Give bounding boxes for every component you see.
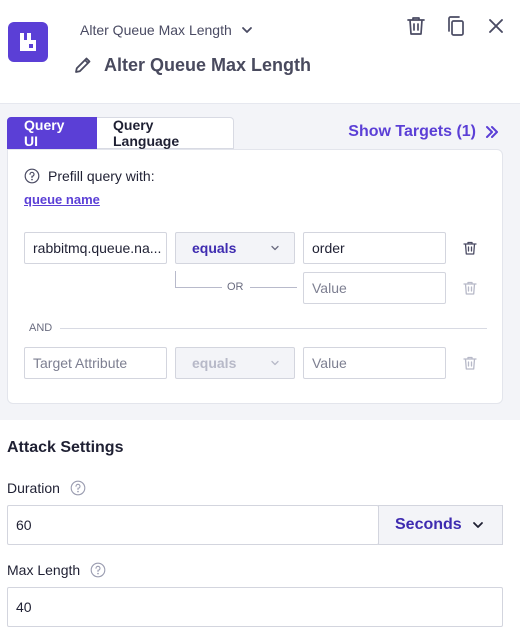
or-label: OR	[227, 281, 244, 293]
attribute-input[interactable]: rabbitmq.queue.na...	[24, 232, 167, 264]
attack-settings-heading: Attack Settings	[7, 439, 124, 456]
tab-query-ui[interactable]: Query UI	[7, 117, 97, 149]
help-icon[interactable]	[24, 168, 40, 184]
chevron-down-icon	[271, 360, 279, 366]
tab-query-language[interactable]: Query Language	[97, 117, 234, 149]
show-targets-label: Show Targets (1)	[348, 123, 476, 140]
operator-value: equals	[192, 240, 237, 256]
double-chevron-right-icon	[486, 126, 498, 138]
help-icon[interactable]	[90, 562, 106, 578]
operator-select-disabled: equals	[175, 347, 295, 379]
value-input[interactable]: order	[303, 232, 446, 264]
operator-select[interactable]: equals	[175, 232, 295, 264]
header-actions	[404, 14, 508, 38]
close-icon	[489, 19, 503, 33]
breadcrumb-label: Alter Queue Max Length	[80, 22, 232, 38]
chevron-down-icon	[241, 27, 252, 33]
attack-type-selector[interactable]: Alter Queue Max Length	[80, 22, 254, 38]
query-tabs: Query UI Query Language	[7, 117, 234, 149]
duration-input[interactable]: 60	[7, 505, 379, 545]
max-length-input[interactable]: 40	[7, 587, 503, 627]
delete-button[interactable]	[404, 14, 428, 38]
rabbitmq-logo-icon	[8, 22, 48, 62]
copy-icon	[448, 16, 464, 36]
pencil-icon[interactable]	[72, 54, 94, 76]
trash-icon	[407, 17, 425, 35]
trash-icon	[463, 281, 477, 295]
duration-unit-value: Seconds	[395, 516, 462, 533]
duration-unit-select[interactable]: Seconds	[378, 505, 503, 545]
title-row: Alter Queue Max Length	[72, 54, 311, 76]
query-section: Query UI Query Language Show Targets (1)…	[0, 104, 520, 420]
or-value-input[interactable]: Value	[303, 272, 446, 304]
or-connector-line	[175, 287, 222, 288]
or-connector-line	[250, 287, 297, 288]
duplicate-button[interactable]	[444, 14, 468, 38]
page-title: Alter Queue Max Length	[104, 54, 312, 75]
max-length-label: Max Length	[7, 562, 81, 578]
trash-icon	[463, 241, 477, 255]
or-connector-line	[175, 271, 176, 287]
prefill-row: Prefill query with:	[24, 168, 155, 184]
max-length-label-row: Max Length	[7, 562, 106, 578]
delete-row-button[interactable]	[460, 238, 480, 258]
delete-row-button[interactable]	[460, 353, 480, 373]
query-card: Prefill query with: queue name rabbitmq.…	[7, 149, 503, 404]
and-divider	[60, 328, 487, 329]
duration-label-row: Duration	[7, 480, 86, 496]
help-icon[interactable]	[70, 480, 86, 496]
attack-header: Alter Queue Max Length Alter Queue Max L…	[0, 0, 520, 104]
duration-label: Duration	[7, 480, 60, 496]
chevron-down-icon	[271, 245, 279, 251]
and-label: AND	[29, 322, 53, 334]
target-attribute-input[interactable]: Target Attribute	[24, 347, 167, 379]
operator-value: equals	[192, 355, 237, 371]
trash-icon	[463, 356, 477, 370]
prefill-label: Prefill query with:	[48, 168, 155, 184]
prefill-queue-name-link[interactable]: queue name	[24, 192, 100, 207]
delete-or-value-button[interactable]	[460, 278, 480, 298]
value-input[interactable]: Value	[303, 347, 446, 379]
close-button[interactable]	[484, 14, 508, 38]
chevron-down-icon	[473, 522, 483, 528]
show-targets-link[interactable]: Show Targets (1)	[348, 123, 500, 141]
